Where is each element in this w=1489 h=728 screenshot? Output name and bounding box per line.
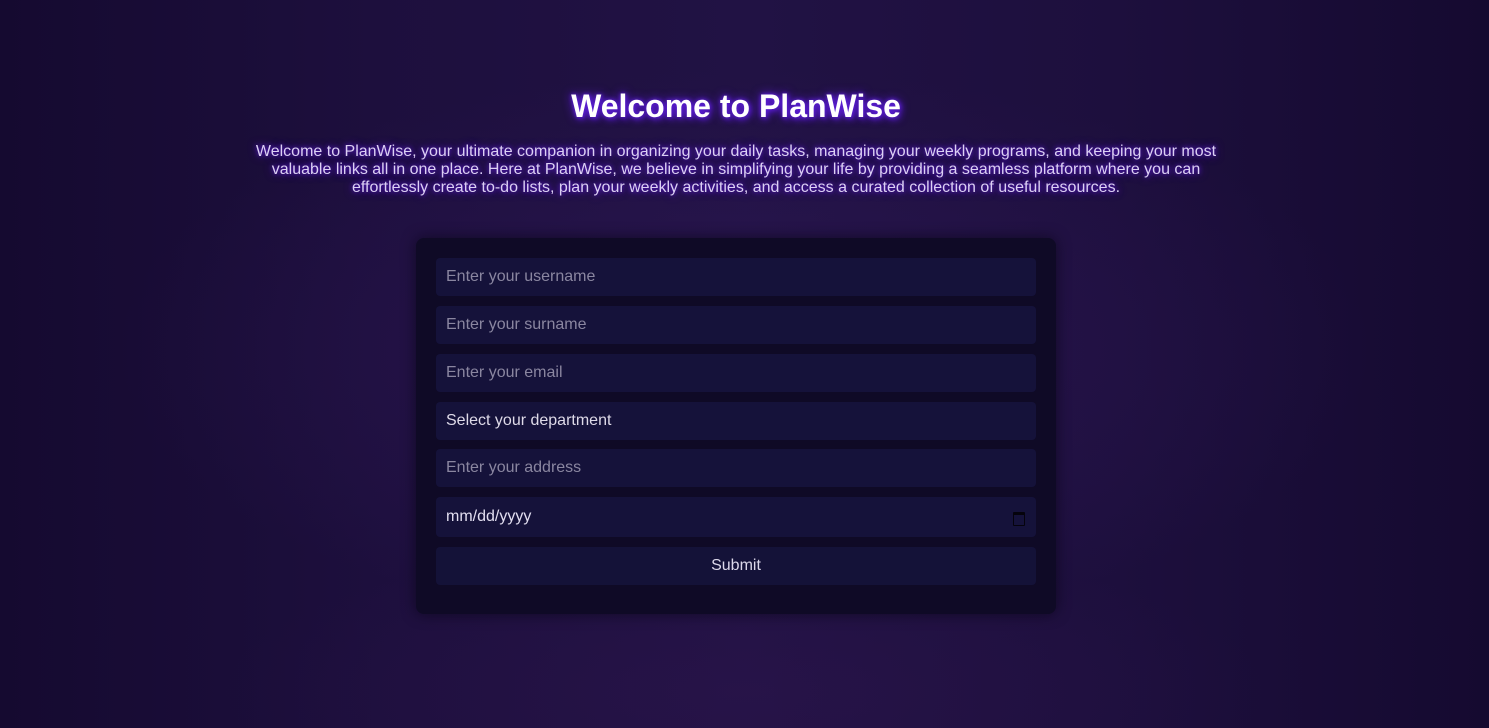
surname-input[interactable] (436, 306, 1036, 344)
submit-button[interactable]: Submit (436, 547, 1036, 585)
registration-form: Select your department mm/dd/yyyy Submit (416, 238, 1056, 614)
calendar-icon[interactable] (1012, 510, 1026, 526)
intro-description: Welcome to PlanWise, your ultimate compa… (255, 143, 1217, 196)
date-input-value: mm/dd/yyyy (446, 508, 532, 525)
department-select[interactable]: Select your department (436, 402, 1036, 440)
page-title: Welcome to PlanWise (571, 88, 901, 124)
department-select-value: Select your department (446, 412, 612, 429)
date-input[interactable]: mm/dd/yyyy (436, 497, 1036, 537)
username-input[interactable] (436, 258, 1036, 296)
page: Welcome to PlanWise Welcome to PlanWise,… (0, 0, 1489, 728)
address-input[interactable] (436, 449, 1036, 487)
email-input[interactable] (436, 354, 1036, 392)
